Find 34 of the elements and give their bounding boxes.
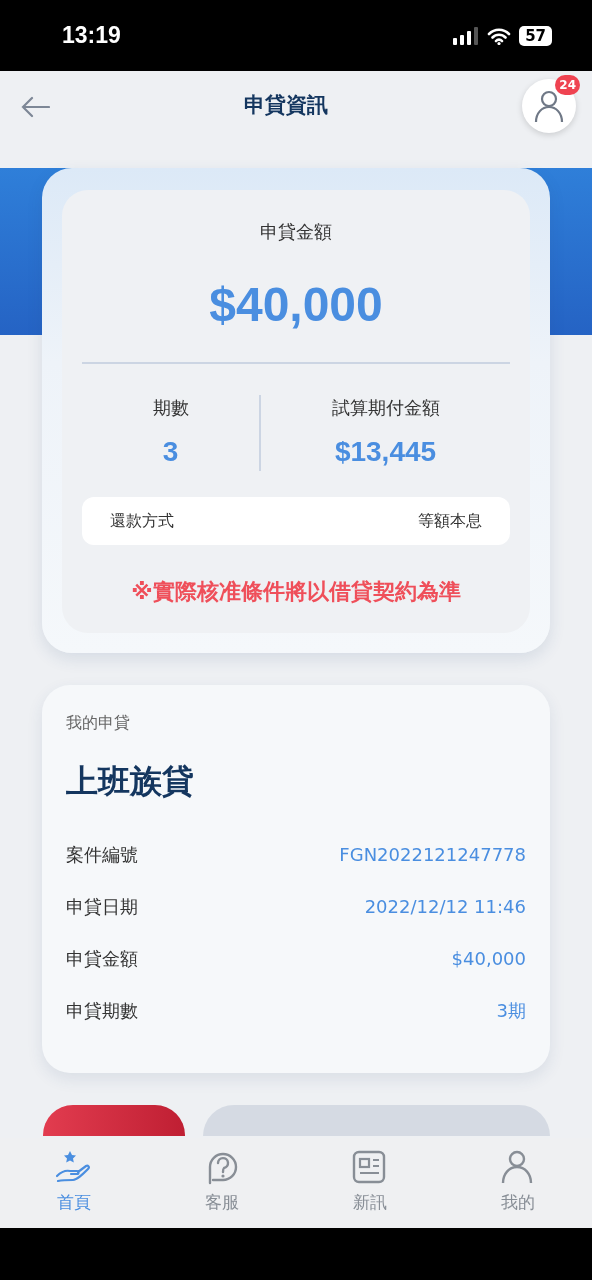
loan-amount: $40,000 (208, 279, 384, 332)
notification-badge: 24 (555, 75, 580, 95)
detail-label: 案件編號 (66, 843, 138, 868)
stat-label: 期數 (152, 395, 189, 420)
person-icon (534, 89, 564, 123)
newspaper-icon (352, 1150, 388, 1186)
stat-label: 試算期付金額 (331, 395, 440, 420)
detail-value: $40,000 (451, 947, 526, 972)
method-label: 還款方式 (110, 509, 174, 532)
detail-label: 申貸期數 (66, 999, 138, 1024)
back-arrow-icon (20, 95, 50, 118)
summary-title: 申貸金額 (259, 220, 333, 244)
detail-label: 申貸金額 (66, 947, 138, 972)
wifi-icon (487, 26, 512, 45)
card-caption: 我的申貸 (66, 711, 131, 734)
stat-value: 3 (162, 434, 179, 469)
stat-value: $13,445 (334, 434, 437, 469)
product-name: 上班族貸 (66, 760, 195, 802)
nav-tab[interactable]: 新訊 (296, 1138, 444, 1228)
detail-label: 申貸日期 (66, 895, 138, 920)
page-title: 申貸資訊 (244, 92, 328, 120)
detail-value: 3期 (496, 999, 526, 1024)
status-time: 13:19 (62, 21, 121, 51)
detail-value: FGN2022121247778 (339, 843, 526, 868)
battery-indicator: 57 (519, 25, 552, 46)
method-value: 等額本息 (418, 509, 482, 532)
nav-tab[interactable]: 首頁 (0, 1138, 148, 1228)
action-button[interactable] (43, 1104, 185, 1136)
signal-icon (453, 26, 480, 45)
nav-tab[interactable]: 我的 (444, 1138, 592, 1228)
detail-value: 2022/12/12 11:46 (364, 895, 526, 920)
nav-tab[interactable]: 客服 (148, 1138, 296, 1228)
notice-text: ※實際核准條件將以借貸契約為準 (130, 577, 462, 606)
back-button[interactable] (20, 94, 50, 118)
